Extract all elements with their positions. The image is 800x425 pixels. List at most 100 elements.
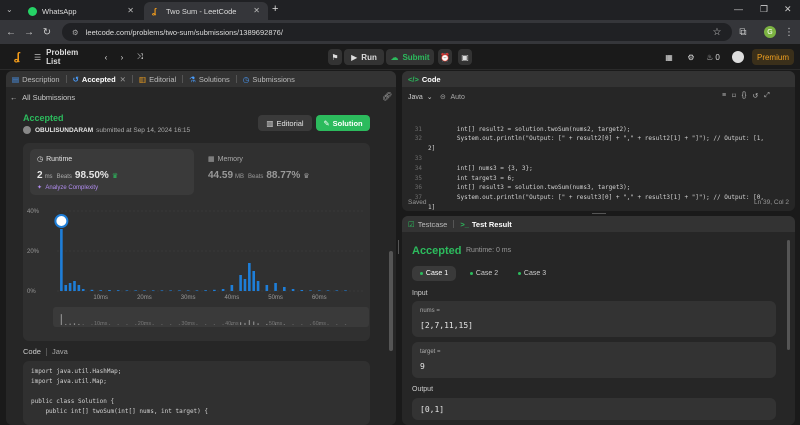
test-panel-scrollbar[interactable] [787, 240, 790, 350]
reload-icon[interactable]: ↻ [40, 25, 54, 39]
minimize-icon[interactable]: — [734, 4, 743, 14]
profile-avatar[interactable]: G [764, 26, 776, 38]
site-info-icon[interactable]: ⚙ [72, 28, 79, 37]
editor-line: 2] [402, 144, 795, 154]
submit-button[interactable]: ☁ Submit [386, 49, 434, 65]
editor-line-text: int target3 = 6; [428, 174, 515, 182]
address-bar[interactable]: ⚙ leetcode.com/problems/two-sum/submissi… [62, 23, 732, 41]
tab-editorial[interactable]: ▥ Editorial [133, 71, 182, 87]
bookmark-icon[interactable]: ⌑ [732, 92, 736, 100]
line-number: 33 [414, 154, 422, 162]
code-line: public class Solution { [31, 398, 115, 405]
notes-icon[interactable]: ▣ [458, 49, 472, 65]
left-panel-scrollbar[interactable] [389, 251, 393, 351]
case-3-tab[interactable]: Case 3 [510, 266, 554, 281]
memory-unit: MB [235, 174, 245, 180]
new-tab-button[interactable]: + [272, 3, 278, 15]
close-tab-icon[interactable]: ✕ [127, 6, 134, 15]
memory-value: 44.59 [208, 170, 234, 181]
random-problem-icon[interactable]: ⤨ [134, 49, 146, 65]
editorial-button[interactable]: ▥ Editorial [258, 115, 312, 131]
premium-button[interactable]: Premium [752, 49, 794, 65]
maximize-icon[interactable]: ❐ [760, 4, 768, 15]
tab-submissions[interactable]: ◷ Submissions [237, 71, 301, 87]
tab-label: Test Result [471, 219, 512, 229]
overview-tick-label: 20ms [138, 321, 152, 327]
runtime-box[interactable]: ◷ Runtime 2 ms Beats 98.50% ♛ ✦ Analyze … [30, 149, 194, 195]
code-brackets-icon: </> [408, 74, 419, 84]
y-tick-label: 20% [27, 249, 40, 255]
target-value: 9 [420, 362, 425, 371]
username[interactable]: OBULISUNDARAM [35, 127, 93, 134]
memory-box[interactable]: ▦ Memory 44.59 MB Beats 88.77% ♛ [202, 149, 366, 195]
close-window-icon[interactable]: ✕ [784, 4, 792, 15]
settings-gear-icon[interactable]: ⚙ [684, 49, 698, 65]
tab-testcase[interactable]: ☑ Testcase [402, 216, 453, 232]
analyze-complexity-link[interactable]: ✦ Analyze Complexity [37, 184, 98, 191]
tab-whatsapp[interactable]: WhatsApp ✕ [20, 2, 142, 20]
share-link-icon[interactable]: 🔗︎ [382, 92, 392, 101]
streak-counter[interactable]: ♨ 0 [702, 49, 724, 65]
case-2-tab[interactable]: Case 2 [462, 266, 506, 281]
nums-value: [2,7,11,15] [420, 321, 473, 330]
close-tab-icon[interactable]: ✕ [253, 6, 260, 15]
tab-label: Submissions [252, 74, 295, 84]
current-submission-marker [54, 214, 69, 228]
user-avatar[interactable] [732, 51, 744, 63]
input-label: Input [412, 290, 428, 297]
beats-label: Beats [248, 174, 264, 180]
editor-code-area[interactable]: 31 int[] result2 = solution.twoSum(nums2… [402, 105, 795, 211]
nums-field[interactable]: nums = [2,7,11,15] [412, 301, 776, 337]
book-icon: ▥ [266, 118, 274, 128]
chart-bar [77, 285, 81, 291]
case-1-tab[interactable]: Case 1 [412, 266, 456, 281]
tab-leetcode[interactable]: ʆ Two Sum - LeetCode ✕ [144, 2, 268, 20]
language-select[interactable]: Java ⌄ [408, 93, 433, 101]
run-label: Run [361, 52, 377, 62]
leetcode-logo-icon[interactable]: ʆ [10, 49, 24, 65]
submitted-code-block[interactable]: import java.util.HashMap; import java.uti… [23, 361, 370, 425]
run-button[interactable]: ▶ Run [344, 49, 384, 65]
format-icon[interactable]: ≡ [722, 92, 726, 100]
runtime-distribution-chart[interactable]: 40% 20% 0% 10ms 20ms 30ms 40ms 50ms 60ms 10ms 20ms… [23, 201, 370, 336]
target-field[interactable]: target = 9 [412, 342, 776, 378]
braces-icon[interactable]: {} [742, 92, 747, 100]
x-tick-label: 60ms [312, 295, 327, 301]
mode-value: Auto [450, 94, 465, 101]
extensions-icon[interactable]: ⧉ [736, 25, 750, 39]
all-submissions-link[interactable]: ← All Submissions [10, 93, 75, 102]
output-field[interactable]: [0,1] [412, 398, 776, 420]
runtime-title: ◷ Runtime [37, 155, 72, 164]
prev-problem-button[interactable]: ‹ [100, 49, 112, 65]
debug-icon[interactable]: ⚑ [328, 49, 342, 65]
close-tab-icon[interactable]: ✕ [120, 75, 126, 84]
overview-bar [60, 314, 62, 325]
tab-test-result[interactable]: >_ Test Result [454, 216, 517, 232]
timer-icon[interactable]: ⏰ [438, 49, 452, 65]
problem-list-button[interactable]: ☰ Problem List [34, 48, 94, 66]
layout-icon[interactable]: ▦ [662, 49, 676, 65]
tab-description[interactable]: ▤ Description [6, 71, 66, 87]
vertical-resize-handle[interactable] [398, 240, 399, 254]
tab-accepted[interactable]: ↺ Accepted ✕ [67, 71, 132, 87]
horizontal-resize-handle[interactable] [592, 213, 606, 214]
autocomplete-mode[interactable]: ⊝ Auto [440, 93, 465, 101]
tab-search-icon[interactable]: ⌄ [6, 5, 16, 15]
next-problem-button[interactable]: › [116, 49, 128, 65]
more-menu-icon[interactable]: ⋮ [782, 25, 796, 39]
fullscreen-icon[interactable]: ⤢ [764, 92, 770, 100]
reset-icon[interactable]: ↺ [752, 92, 758, 100]
overview-tick-label: 30ms [181, 321, 195, 327]
case-label: Case 3 [523, 270, 547, 277]
editor-line-text: int[] nums3 = {3, 3}; [428, 164, 533, 172]
user-avatar [23, 126, 31, 134]
chart-bar [125, 290, 129, 291]
code-tab[interactable]: </> Code [402, 71, 447, 87]
solution-button[interactable]: ✎ Solution [316, 115, 370, 131]
back-arrow-icon[interactable]: ← [4, 25, 18, 39]
bookmark-star-icon[interactable]: ☆ [710, 25, 724, 39]
x-tick-label: 30ms [181, 295, 196, 301]
tab-solutions[interactable]: ⚗ Solutions [183, 71, 236, 87]
forward-arrow-icon[interactable]: → [22, 25, 36, 39]
